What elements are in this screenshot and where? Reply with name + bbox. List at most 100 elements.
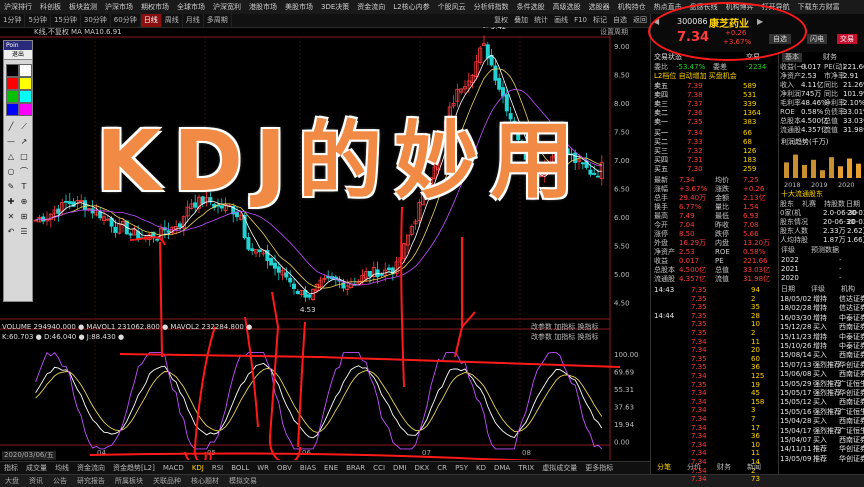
timeframe-tab[interactable]: 日线 — [140, 14, 162, 27]
top-menu-item[interactable]: 沪深排行 — [0, 0, 36, 14]
color-swatch[interactable] — [19, 103, 32, 116]
top-menu-item[interactable]: 沪深市场 — [101, 0, 137, 14]
top-menu-item[interactable]: 选股器 — [585, 0, 614, 14]
drawing-tool-icon[interactable]: — — [6, 137, 16, 147]
status-bar-item[interactable]: 关联品种 — [148, 475, 186, 487]
timeframe-tab[interactable]: 多周期 — [204, 14, 232, 27]
top-menu-item[interactable]: 个股风云 — [434, 0, 470, 14]
price-chart[interactable]: 04 05 06 07 089.008.508.007.507.006.506.005.… — [0, 27, 650, 460]
chart-toolbar-button[interactable]: 叠加 — [511, 14, 531, 27]
f10-tab[interactable]: 基本 — [782, 53, 802, 62]
trade-button[interactable]: 交易 — [837, 34, 857, 44]
indicator-tab[interactable]: KD — [472, 462, 490, 474]
rating-tab[interactable]: 预测数据 — [811, 246, 839, 255]
drawing-tool-icon[interactable]: ⊞ — [19, 212, 29, 222]
volume-add-indicator[interactable]: 加指标 — [554, 323, 575, 331]
indicator-tab[interactable]: MACD — [159, 462, 188, 474]
side-tab[interactable]: 财务 — [717, 463, 731, 472]
indicator-tab[interactable]: ENE — [320, 462, 342, 474]
top-menu-item[interactable]: 期权市场 — [137, 0, 173, 14]
top-menu-item[interactable]: 板块监测 — [65, 0, 101, 14]
status-bar-item[interactable]: 公告 — [48, 475, 72, 487]
indicator-tab[interactable]: 资金流向 — [73, 462, 109, 474]
indicator-tab[interactable]: KDJ — [188, 462, 208, 474]
volume-switch-indicator[interactable]: 换指标 — [577, 323, 598, 331]
indicator-tab[interactable]: CR — [433, 462, 451, 474]
drawing-tool-icon[interactable]: ✕ — [6, 212, 16, 222]
top-menu-item[interactable]: 沪深宽利 — [209, 0, 245, 14]
drawing-tool-icon[interactable]: ↗ — [19, 137, 29, 147]
indicator-tab[interactable]: DMA — [490, 462, 514, 474]
top-menu-item[interactable]: 科创板 — [36, 0, 65, 14]
side-tab[interactable]: 分价 — [687, 463, 701, 472]
timeframe-tab[interactable]: 30分钟 — [81, 14, 111, 27]
drawing-tool-icon[interactable]: ✎ — [6, 182, 16, 192]
top-menu-item[interactable]: 分析师指数 — [470, 0, 513, 14]
drawing-tool-icon[interactable]: □ — [19, 152, 29, 162]
indicator-tab[interactable]: RSI — [208, 462, 227, 474]
chart-toolbar-button[interactable]: 自选 — [610, 14, 630, 27]
drawing-tool-icon[interactable]: ⟋ — [19, 122, 29, 132]
timeframe-tab[interactable]: 60分钟 — [111, 14, 141, 27]
chart-toolbar-button[interactable]: 统计 — [531, 14, 551, 27]
indicator-tab[interactable]: CCI — [369, 462, 389, 474]
indicator-tab[interactable]: 虚拟成交量 — [538, 462, 581, 474]
top-menu-item[interactable]: 港股市场 — [245, 0, 281, 14]
status-bar-item[interactable]: 所属板块 — [110, 475, 148, 487]
kdj-change-params[interactable]: 改参数 — [531, 333, 552, 341]
drawing-tool-icon[interactable]: △ — [6, 152, 16, 162]
indicator-tab[interactable]: PSY — [451, 462, 472, 474]
color-swatch[interactable] — [6, 77, 19, 90]
chart-toolbar-button[interactable]: F10 — [571, 14, 590, 27]
indicator-tab[interactable]: TRIX — [514, 462, 538, 474]
color-swatch[interactable] — [19, 64, 32, 77]
color-swatch[interactable] — [6, 64, 19, 77]
chart-toolbar-button[interactable]: 复权 — [491, 14, 511, 27]
indicator-tab[interactable]: WR — [253, 462, 273, 474]
color-swatch[interactable] — [6, 90, 19, 103]
indicator-tab[interactable]: BIAS — [296, 462, 320, 474]
toolbox-exit-button[interactable]: 退出 — [4, 50, 32, 60]
volume-change-params[interactable]: 改参数 — [531, 323, 552, 331]
timeframe-tab[interactable]: 15分钟 — [51, 14, 81, 27]
drawing-tool-icon[interactable]: ╱ — [6, 122, 16, 132]
indicator-tab[interactable]: 资金趋势[L2] — [109, 462, 159, 474]
top-menu-item[interactable]: 下载东方财富 — [794, 0, 844, 14]
drawing-tool-icon[interactable]: ☰ — [19, 227, 29, 237]
side-tab[interactable]: 分笔 — [657, 463, 671, 472]
status-bar-item[interactable]: 研究报告 — [72, 475, 110, 487]
indicator-tab[interactable]: 更多指标 — [581, 462, 617, 474]
drawing-tool-icon[interactable]: T — [19, 182, 29, 192]
kdj-switch-indicator[interactable]: 换指标 — [577, 333, 598, 341]
status-bar-item[interactable]: 大盘 — [0, 475, 24, 487]
drawing-tool-icon[interactable]: ✚ — [6, 197, 16, 207]
indicator-tab[interactable]: BRAR — [342, 462, 369, 474]
top-menu-item[interactable]: 资金流向 — [353, 0, 389, 14]
timeframe-tab[interactable]: 月线 — [183, 14, 204, 27]
chart-toolbar-button[interactable]: 画线 — [551, 14, 571, 27]
timeframe-tab[interactable]: 周线 — [162, 14, 183, 27]
chart-area[interactable]: K线,不复权 MA MA10.6.91 设置周期 04 05 06 07 08 9.00 8… — [0, 27, 650, 460]
flash-trade-button[interactable]: 闪电 — [807, 34, 827, 44]
top-menu-item[interactable]: 机构持仓 — [614, 0, 650, 14]
status-bar-item[interactable]: 资讯 — [24, 475, 48, 487]
indicator-tab[interactable]: 均线 — [51, 462, 73, 474]
top-menu-item[interactable]: 美股市场 — [281, 0, 317, 14]
top-menu-item[interactable]: 高级选股 — [549, 0, 585, 14]
indicator-tab[interactable]: 成交量 — [22, 462, 51, 474]
color-swatch[interactable] — [19, 90, 32, 103]
side-tab[interactable]: 新闻 — [747, 463, 761, 472]
top-menu-item[interactable]: L2核心内参 — [389, 0, 433, 14]
indicator-tab[interactable]: 指标 — [0, 462, 22, 474]
indicator-tab[interactable]: DKX — [411, 462, 434, 474]
drawing-toolbox[interactable]: Poin 退出 ╱ ⟋ — ↗ △ □ ○ ⌒ ✎ T ✚ ⊕ ✕ ⊞ ↶ ☰ — [3, 40, 33, 302]
chart-toolbar-button[interactable]: 标记 — [590, 14, 610, 27]
top-menu-item[interactable]: 条件选股 — [513, 0, 549, 14]
status-bar-item[interactable]: 核心题材 — [186, 475, 224, 487]
top-menu-item[interactable]: 3DE决策 — [317, 0, 353, 14]
status-bar-item[interactable]: 模拟交易 — [224, 475, 262, 487]
indicator-tab[interactable]: DMI — [389, 462, 411, 474]
timeframe-tab[interactable]: 5分钟 — [25, 14, 51, 27]
kdj-add-indicator[interactable]: 加指标 — [554, 333, 575, 341]
color-swatch[interactable] — [19, 77, 32, 90]
